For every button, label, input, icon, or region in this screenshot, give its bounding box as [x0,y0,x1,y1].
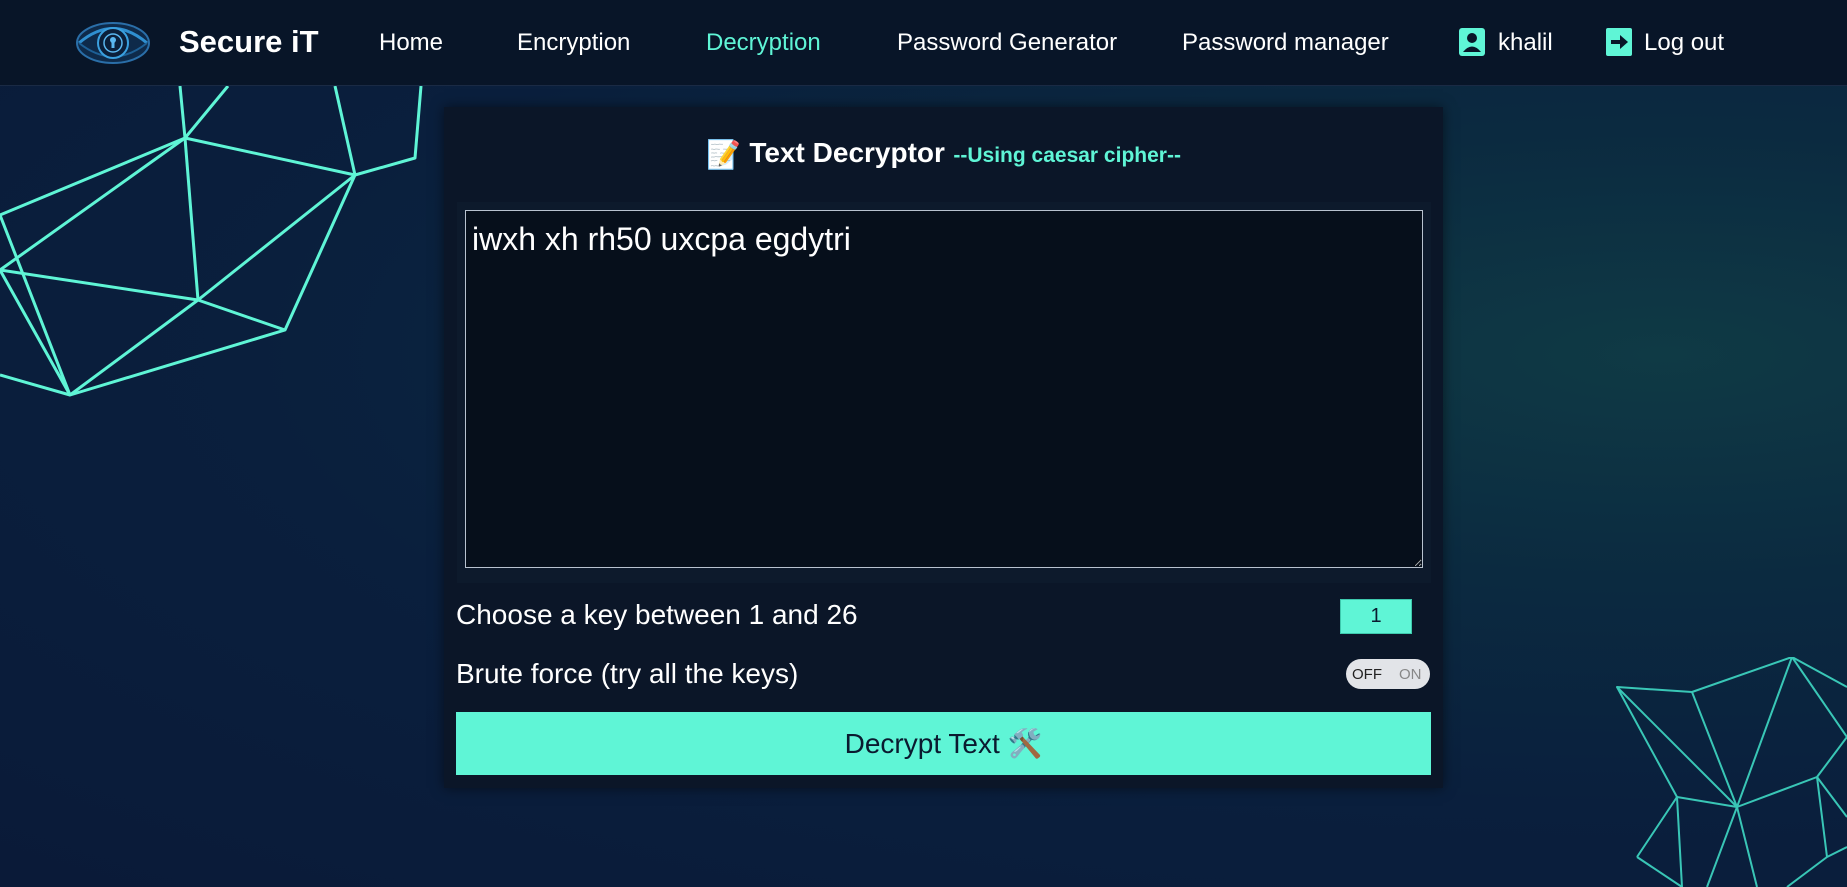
hammer-wrench-icon: 🛠️ [1007,728,1043,759]
cipher-text-input[interactable]: iwxh xh rh50 uxcpa egdytri [465,210,1423,568]
navbar: Secure iT Home Encryption Decryption Pas… [0,0,1847,86]
brand-name[interactable]: Secure iT [179,24,319,60]
eye-logo-icon[interactable] [75,18,151,68]
toggle-off-label: OFF [1352,666,1382,683]
toggle-on-label: ON [1399,666,1422,683]
nav-password-generator[interactable]: Password Generator [897,29,1117,57]
nav-decryption[interactable]: Decryption [706,29,821,57]
textarea-container: iwxh xh rh50 uxcpa egdytri [457,202,1431,583]
user-icon [1459,28,1485,56]
memo-icon: 📝 [706,139,741,170]
logout-icon [1606,28,1632,56]
nav-password-manager[interactable]: Password manager [1182,29,1389,57]
network-graphic-right [1616,657,1847,887]
brute-force-label: Brute force (try all the keys) [456,658,799,689]
decrypt-button-label: Decrypt Text [844,728,1000,759]
decrypt-button[interactable]: Decrypt Text 🛠️ [456,712,1431,775]
nav-user[interactable]: khalil [1498,29,1553,57]
title-text: Text Decryptor [749,137,945,168]
nav-home[interactable]: Home [379,29,443,57]
key-input[interactable] [1340,599,1412,634]
nav-encryption[interactable]: Encryption [517,29,630,57]
brute-force-toggle[interactable]: OFF ON [1346,659,1430,689]
nav-logout[interactable]: Log out [1644,29,1724,57]
decryptor-panel: 📝 Text Decryptor --Using caesar cipher--… [444,107,1443,788]
key-label: Choose a key between 1 and 26 [456,599,858,630]
panel-title: 📝 Text Decryptor --Using caesar cipher-- [444,137,1443,171]
title-subtitle: --Using caesar cipher-- [953,144,1181,167]
